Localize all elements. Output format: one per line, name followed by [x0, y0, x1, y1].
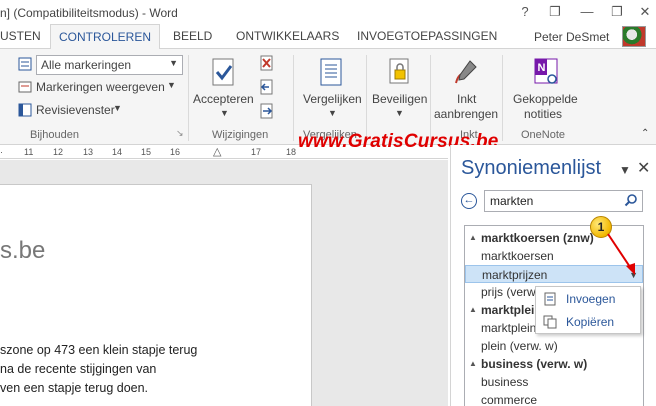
ruler-tick: 12	[53, 147, 64, 157]
linked-notes-line1[interactable]: Gekoppelde	[513, 92, 578, 106]
ink-button-line1[interactable]: Inkt	[457, 92, 476, 106]
ruler-tick: 11	[24, 147, 34, 157]
close-button[interactable]: ✕	[636, 4, 654, 20]
protect-button[interactable]: Beveiligen	[372, 92, 427, 106]
collapse-ribbon-icon[interactable]: ⌃	[641, 128, 649, 139]
document-area: s.be szone op 473 een klein stapje terug…	[0, 160, 448, 406]
accept-button[interactable]: Accepteren	[193, 92, 254, 106]
ruler-tick: 13	[83, 147, 94, 157]
onenote-icon: N	[534, 58, 558, 84]
svg-text:N: N	[538, 62, 546, 74]
reviewing-pane-icon	[18, 103, 32, 117]
copy-icon	[543, 315, 557, 329]
ink-button-line2[interactable]: aanbrengen	[434, 107, 498, 121]
callout-arrow-icon	[607, 233, 635, 275]
ruler-tick: 18	[286, 147, 297, 157]
title-bar: n] (Compatibiliteitsmodus) - Word ? ❐ — …	[0, 0, 656, 24]
next-change-icon[interactable]	[260, 103, 274, 119]
tab-developer[interactable]: ONTWIKKELAARS	[236, 29, 339, 43]
pen-icon	[455, 60, 477, 84]
ruler-right-indent-icon[interactable]: △	[213, 145, 221, 158]
thesaurus-search-input[interactable]: markten	[484, 190, 643, 212]
help-button[interactable]: ?	[516, 4, 534, 20]
insert-icon	[544, 292, 556, 306]
ruler-tick: 17	[251, 147, 262, 157]
group-label-changes: Wijzigingen	[212, 129, 269, 141]
ruler-indent-marker[interactable]: ·	[0, 147, 3, 157]
chevron-down-icon: ▼	[169, 58, 178, 68]
search-icon[interactable]	[624, 193, 638, 207]
markup-icon	[18, 57, 32, 71]
search-value: markten	[490, 194, 534, 208]
tab-view[interactable]: BEELD	[173, 29, 212, 43]
insert-menu-item[interactable]: Invoegen	[536, 288, 640, 310]
ruler-tick: 15	[141, 147, 152, 157]
thesaurus-title: Synoniemenlijst	[461, 157, 602, 179]
tab-add-ins[interactable]: INVOEGTOEPASSINGEN	[357, 29, 497, 43]
collapse-triangle-icon[interactable]: ▲	[469, 229, 477, 247]
compare-icon	[320, 58, 342, 86]
ruler-tick: 16	[170, 147, 181, 157]
markup-dropdown[interactable]: Alle markeringen ▼	[36, 55, 183, 75]
group-label-tracking: Bijhouden	[30, 129, 79, 141]
chevron-down-icon: ▼	[328, 108, 337, 118]
ruler-tick: 14	[112, 147, 123, 157]
compare-button[interactable]: Vergelijken	[303, 92, 362, 106]
divider	[430, 55, 431, 141]
collapse-triangle-icon[interactable]: ▲	[469, 355, 477, 373]
result-group-header[interactable]: ▲ business (verw. w)	[465, 355, 643, 373]
document-line: na de recente stijgingen van	[0, 362, 157, 376]
linked-notes-line2[interactable]: notities	[524, 107, 562, 121]
reject-icon[interactable]	[260, 55, 274, 71]
accept-icon	[212, 58, 234, 86]
result-item[interactable]: commerce	[465, 391, 643, 406]
ribbon-display-icon[interactable]: ❐	[546, 4, 564, 20]
ribbon-tabs: USTEN CONTROLEREN BEELD ONTWIKKELAARS IN…	[0, 24, 656, 50]
dialog-launcher-icon[interactable]: ↘	[176, 128, 184, 139]
window-title: n] (Compatibiliteitsmodus) - Word	[0, 6, 178, 20]
show-markup-icon	[18, 81, 32, 93]
divider	[293, 55, 294, 141]
result-item[interactable]: plein (verw. w)	[465, 337, 643, 355]
chevron-down-icon: ▼	[220, 108, 229, 118]
user-name[interactable]: Peter DeSmet	[534, 30, 609, 44]
divider	[188, 55, 189, 141]
document-line: ven een stapje terug doen.	[0, 381, 149, 395]
divider	[502, 55, 503, 141]
context-menu: Invoegen Kopiëren	[535, 286, 641, 334]
lock-icon	[389, 58, 409, 84]
document-line: szone op 473 een klein stapje terug	[0, 343, 198, 357]
tab-references[interactable]: USTEN	[0, 29, 41, 43]
markup-dropdown-value: Alle markeringen	[41, 58, 132, 72]
previous-change-icon[interactable]	[260, 79, 274, 95]
collapse-triangle-icon[interactable]: ▲	[469, 301, 477, 319]
avatar[interactable]	[622, 26, 646, 47]
divider	[366, 55, 367, 141]
show-markup-button[interactable]: Markeringen weergeven	[36, 80, 165, 94]
result-item[interactable]: business	[465, 373, 643, 391]
group-label-onenote: OneNote	[521, 129, 566, 141]
minimize-button[interactable]: —	[578, 4, 596, 20]
chevron-down-icon: ▼	[167, 80, 176, 90]
chevron-down-icon: ▼	[395, 108, 404, 118]
chevron-down-icon: ▼	[113, 103, 122, 113]
restore-button[interactable]: ❐	[608, 4, 626, 20]
reviewing-pane-button[interactable]: Revisievenster	[36, 103, 115, 117]
close-icon[interactable]: ✕	[637, 158, 650, 178]
back-arrow-icon[interactable]: ←	[461, 193, 477, 209]
tab-review[interactable]: CONTROLEREN	[50, 24, 161, 50]
copy-menu-item[interactable]: Kopiëren	[536, 311, 640, 333]
document-heading: s.be	[0, 237, 46, 264]
document-page[interactable]: s.be szone op 473 een klein stapje terug…	[0, 184, 312, 406]
pane-options-icon[interactable]: ▼	[619, 163, 631, 177]
